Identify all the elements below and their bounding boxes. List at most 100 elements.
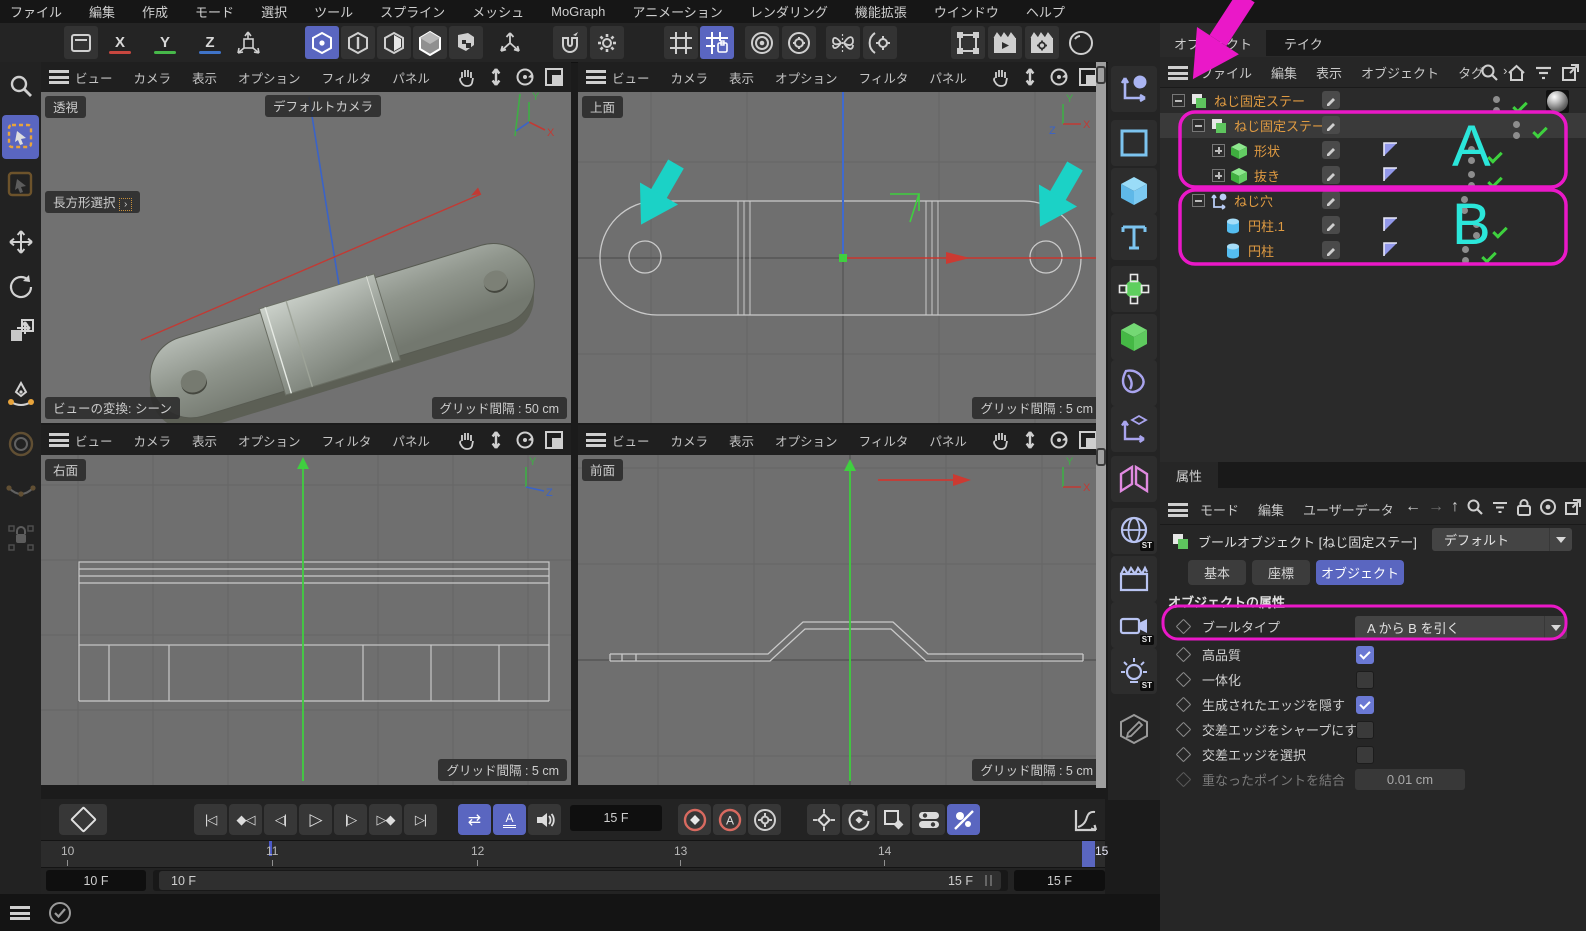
visibility-dots[interactable] bbox=[1493, 96, 1500, 114]
next-frame-button[interactable]: |▷ bbox=[334, 804, 367, 835]
collapse-icon[interactable] bbox=[1192, 194, 1205, 207]
texture-mode-button[interactable] bbox=[449, 26, 483, 59]
tab-takes[interactable]: テイク bbox=[1270, 30, 1337, 56]
select-intersections-checkbox[interactable] bbox=[1356, 746, 1374, 764]
top-canvas[interactable]: Y X Z bbox=[578, 92, 1105, 423]
vp-menu-panel[interactable]: パネル bbox=[392, 431, 430, 450]
autokey-button[interactable]: A bbox=[713, 804, 746, 835]
viewport-front[interactable]: ビュー カメラ 表示 オプション フィルタ パネル bbox=[578, 455, 1105, 785]
vp-menu-filter[interactable]: フィルタ bbox=[322, 431, 372, 450]
prev-frame-button[interactable]: ◁| bbox=[264, 804, 297, 835]
instance-button[interactable] bbox=[1111, 406, 1157, 452]
viewport-right[interactable]: ビュー カメラ 表示 オプション フィルタ パネル bbox=[41, 455, 571, 785]
key-diamond-icon[interactable] bbox=[1176, 697, 1192, 713]
lock-icon[interactable] bbox=[1516, 498, 1532, 516]
move-tool[interactable] bbox=[2, 222, 39, 262]
viewport-corner-button[interactable] bbox=[1096, 66, 1106, 84]
generator-cube-button[interactable] bbox=[1111, 314, 1157, 360]
sharp-cut-edges-checkbox[interactable] bbox=[1356, 721, 1374, 739]
tree-row-shape[interactable]: 形状 bbox=[1160, 138, 1586, 163]
key-position-button[interactable] bbox=[807, 804, 840, 835]
content-browser-button[interactable] bbox=[64, 26, 98, 59]
light-object-button[interactable]: ST bbox=[1111, 648, 1157, 694]
perspective-canvas[interactable]: Y X bbox=[41, 92, 571, 423]
camera-label[interactable]: デフォルトカメラ bbox=[265, 95, 381, 117]
preset-dropdown[interactable]: デフォルト bbox=[1432, 528, 1572, 551]
axis-x-lock-button[interactable]: X bbox=[103, 26, 137, 59]
key-diamond-icon[interactable] bbox=[1176, 722, 1192, 738]
vp-menu-filter[interactable]: フィルタ bbox=[859, 68, 909, 87]
playhead[interactable] bbox=[1082, 841, 1095, 867]
scale-tool[interactable] bbox=[2, 312, 39, 352]
edges-mode-button[interactable] bbox=[341, 26, 375, 59]
search-icon[interactable] bbox=[1466, 498, 1484, 516]
symmetry-button[interactable] bbox=[1111, 456, 1157, 502]
range-slider[interactable]: 10 F 15 F bbox=[159, 871, 1001, 890]
quantize-button[interactable] bbox=[700, 26, 734, 59]
stage-object-button[interactable] bbox=[1111, 556, 1157, 602]
model-mode-button[interactable] bbox=[413, 26, 447, 59]
track-icon[interactable] bbox=[1539, 498, 1557, 516]
rectangle-select-tool[interactable] bbox=[2, 115, 39, 159]
material-manager-icon[interactable] bbox=[1064, 26, 1098, 59]
enabled-check-icon[interactable] bbox=[1492, 225, 1506, 239]
orbit-icon[interactable] bbox=[514, 429, 536, 451]
menu-edit[interactable]: 編集 bbox=[89, 2, 115, 21]
current-frame-field[interactable]: 15 F bbox=[570, 805, 662, 831]
menu-render[interactable]: レンダリング bbox=[750, 2, 828, 21]
vp-menu-options[interactable]: オプション bbox=[775, 431, 838, 450]
polygons-mode-button[interactable] bbox=[377, 26, 411, 59]
phong-tag-icon[interactable] bbox=[1382, 241, 1399, 258]
menu-help[interactable]: ヘルプ bbox=[1026, 2, 1065, 21]
edit-toggle[interactable] bbox=[1322, 91, 1340, 109]
cube-primitive-button[interactable] bbox=[1111, 168, 1157, 214]
object-name[interactable]: ねじ穴 bbox=[1234, 191, 1273, 210]
toggle-view-icon[interactable] bbox=[543, 66, 565, 88]
dolly-icon[interactable] bbox=[1019, 429, 1041, 451]
menu-extensions[interactable]: 機能拡張 bbox=[855, 2, 907, 21]
range-track[interactable]: 10 F 15 F bbox=[153, 870, 1008, 891]
filter-icon[interactable] bbox=[1491, 498, 1509, 516]
front-canvas[interactable]: Y X bbox=[578, 455, 1105, 785]
phong-tag-icon[interactable] bbox=[1382, 166, 1399, 183]
sketch-style-button[interactable] bbox=[1111, 706, 1157, 752]
disabled-ring-tool[interactable] bbox=[2, 424, 39, 464]
prev-key-button[interactable]: ◆◁ bbox=[229, 804, 262, 835]
expand-icon[interactable] bbox=[1212, 144, 1225, 157]
object-name[interactable]: 円柱.1 bbox=[1248, 216, 1285, 235]
render-region-button[interactable] bbox=[951, 26, 985, 59]
attr-menu-mode[interactable]: モード bbox=[1200, 500, 1239, 519]
vp-menu-panel[interactable]: パネル bbox=[392, 68, 430, 87]
enabled-check-icon[interactable] bbox=[1512, 100, 1526, 114]
tree-row-boole-child[interactable]: ねじ固定ステー bbox=[1160, 113, 1586, 138]
dolly-icon[interactable] bbox=[485, 66, 507, 88]
pan-hand-icon[interactable] bbox=[990, 66, 1012, 88]
key-rotation-button[interactable] bbox=[842, 804, 875, 835]
coordinate-system-icon[interactable] bbox=[231, 26, 265, 59]
right-canvas[interactable]: Y Z bbox=[41, 455, 571, 785]
record-keyframe-button[interactable] bbox=[678, 804, 711, 835]
deformer-button[interactable] bbox=[1111, 360, 1157, 406]
tree-row-boole-root[interactable]: ねじ固定ステー bbox=[1160, 88, 1586, 113]
pan-hand-icon[interactable] bbox=[456, 429, 478, 451]
high-quality-checkbox[interactable] bbox=[1356, 646, 1374, 664]
menu-create[interactable]: 作成 bbox=[142, 2, 168, 21]
vp-menu-view[interactable]: ビュー bbox=[75, 68, 113, 87]
collapse-icon[interactable] bbox=[1192, 119, 1205, 132]
workplane-button[interactable] bbox=[745, 26, 779, 59]
object-name[interactable]: 形状 bbox=[1254, 141, 1280, 160]
panel-menu-icon[interactable] bbox=[1168, 503, 1188, 517]
subdivision-surface-button[interactable] bbox=[1111, 266, 1157, 312]
search-icon[interactable] bbox=[1480, 63, 1499, 82]
external-window-icon[interactable] bbox=[1561, 63, 1580, 82]
menu-tools[interactable]: ツール bbox=[314, 2, 353, 21]
edit-toggle[interactable] bbox=[1322, 241, 1340, 259]
sound-button[interactable] bbox=[528, 804, 561, 835]
vp-menu-panel[interactable]: パネル bbox=[929, 68, 967, 87]
mirror-button[interactable] bbox=[826, 26, 860, 59]
phong-tag-icon[interactable] bbox=[1382, 216, 1399, 233]
camera-object-button[interactable]: ST bbox=[1111, 602, 1157, 648]
om-menu-file[interactable]: ファイル bbox=[1200, 63, 1252, 82]
goto-end-button[interactable]: ▷| bbox=[404, 804, 437, 835]
status-menu-icon[interactable] bbox=[10, 906, 30, 920]
